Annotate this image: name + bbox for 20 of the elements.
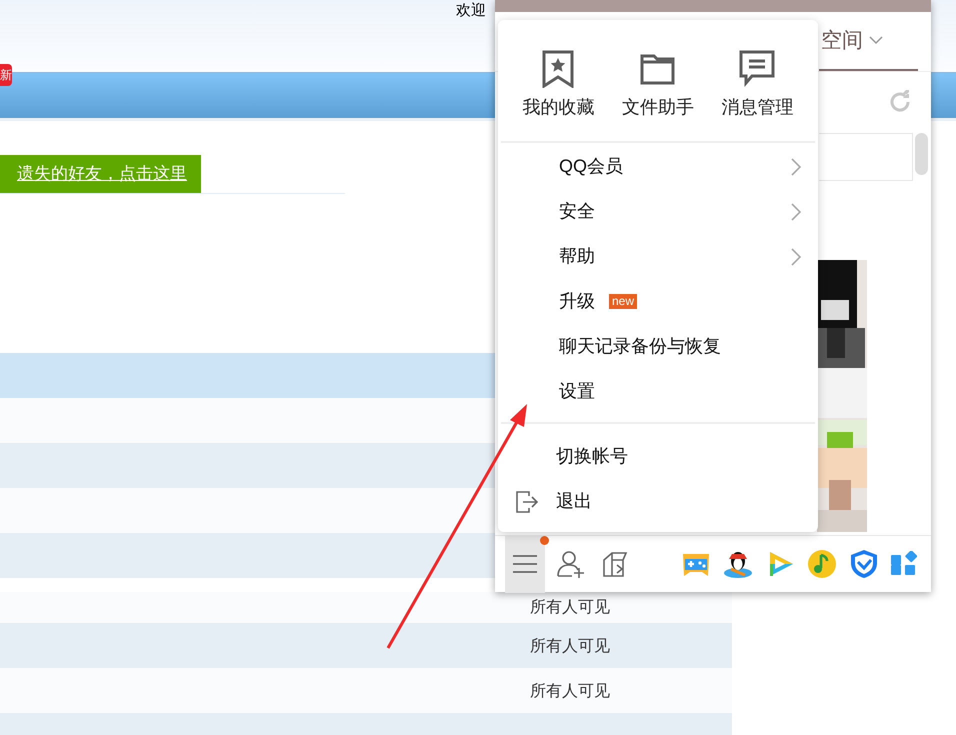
visibility-text: 所有人可见 <box>530 596 610 618</box>
shortcut-button[interactable]: 我的收藏 <box>509 20 608 141</box>
table-row[interactable]: 所有人可见 <box>0 623 732 668</box>
menu-item[interactable]: 切换帐号 <box>498 434 818 479</box>
shortcut-button[interactable]: 文件助手 <box>608 20 708 141</box>
menu-item[interactable]: 升级 new <box>501 279 815 324</box>
shortcut-button[interactable]: 消息管理 <box>708 20 807 141</box>
menu-item[interactable]: 设置 <box>501 369 815 414</box>
menu-item[interactable]: QQ会员 <box>501 144 815 189</box>
menu-item[interactable]: 帮助 <box>501 234 815 279</box>
menu-item[interactable]: 退出 <box>498 479 818 524</box>
menu-item[interactable]: 安全 <box>501 189 815 234</box>
new-badge: 新 <box>0 64 12 86</box>
visibility-text: 所有人可见 <box>530 634 610 656</box>
greeting-text: 欢迎 <box>456 1 486 20</box>
table-row[interactable]: 所有人可见 <box>0 668 732 713</box>
visibility-text: 所有人可见 <box>530 680 610 702</box>
menu-item[interactable]: 聊天记录备份与恢复 <box>501 324 815 369</box>
table-row[interactable]: 所有人可见 <box>0 592 732 623</box>
new-badge: new <box>609 294 638 309</box>
